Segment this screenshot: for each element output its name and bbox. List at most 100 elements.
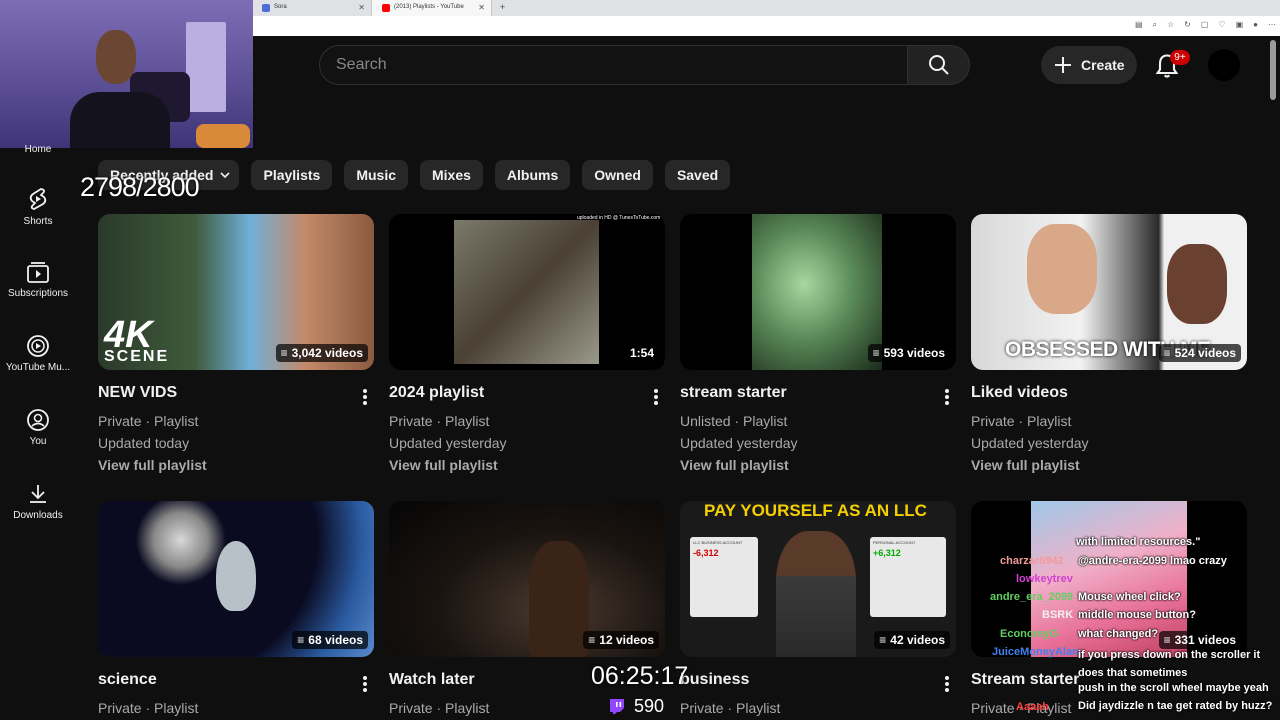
- search-button[interactable]: [907, 45, 970, 85]
- webcam-person-head: [96, 30, 136, 84]
- playlist-card[interactable]: 4K SCENE ≡ 3,042 videos NEW VIDS Private …: [98, 214, 374, 476]
- video-duration-badge: 1:54: [624, 344, 659, 362]
- thumbnail-presenter: [776, 531, 856, 657]
- thumbnail-headline: PAY YOURSELF AS AN LLC: [704, 501, 927, 520]
- playlist-card[interactable]: OBSESSED WITH ME ≡ 524 videos Liked video…: [971, 214, 1247, 476]
- playlist-card[interactable]: ≡ 68 videos science Private · Playlist: [98, 501, 374, 719]
- reader-icon[interactable]: ▤: [1135, 20, 1143, 30]
- video-count: 593 videos: [883, 346, 945, 360]
- sora-favicon-icon: [262, 4, 270, 12]
- view-full-playlist-link[interactable]: View full playlist: [971, 454, 1247, 476]
- new-tab-button[interactable]: +: [492, 0, 513, 16]
- sidebar-item-shorts[interactable]: Shorts: [0, 186, 76, 246]
- playlist-card[interactable]: uploaded in HD @ TunesToTube.com 1:54 20…: [389, 214, 665, 476]
- more-options-icon[interactable]: [653, 388, 659, 406]
- playlist-thumbnail[interactable]: 4K SCENE ≡ 3,042 videos: [98, 214, 374, 370]
- chip-albums[interactable]: Albums: [494, 160, 571, 190]
- thumbnail-screen-right: PERSONAL ACCOUNT +6,312: [870, 537, 946, 617]
- bookmark-star-icon[interactable]: ☆: [1167, 20, 1174, 30]
- collections-icon[interactable]: ▣: [1236, 20, 1244, 30]
- video-count: 42 videos: [890, 633, 945, 647]
- more-options-icon[interactable]: [362, 388, 368, 406]
- close-tab-icon[interactable]: ✕: [478, 3, 485, 12]
- zoom-icon[interactable]: ⌕: [1153, 20, 1157, 30]
- playlist-icon: ≡: [1163, 346, 1171, 360]
- sidebar-item-home[interactable]: Home: [0, 144, 76, 158]
- create-button[interactable]: Create: [1041, 46, 1137, 84]
- browser-tab-sora[interactable]: Sora ✕: [252, 0, 372, 16]
- sidebar-item-label: You: [29, 436, 47, 447]
- sidebar-item-downloads[interactable]: Downloads: [0, 482, 76, 542]
- youtube-music-icon: [27, 335, 49, 357]
- chat-message: middle mouse button?: [1078, 609, 1196, 621]
- sidebar-item-you[interactable]: You: [0, 408, 76, 468]
- video-count-badge: ≡ 3,042 videos: [275, 344, 368, 362]
- playlist-title[interactable]: Liked videos: [971, 384, 1247, 402]
- thumbnail-face-right: [1167, 244, 1227, 324]
- thumbnail-person: [529, 541, 589, 657]
- chat-username: JuiceMoneyAlan: [992, 646, 1079, 658]
- chip-saved[interactable]: Saved: [664, 160, 731, 190]
- chat-username: EconomyG: [1000, 628, 1059, 640]
- view-full-playlist-link[interactable]: View full playlist: [98, 454, 374, 476]
- view-full-playlist-link[interactable]: View full playlist: [389, 454, 665, 476]
- chip-music[interactable]: Music: [344, 160, 408, 190]
- sidebar-item-youtube-music[interactable]: YouTube Mu...: [0, 334, 76, 394]
- playlist-title[interactable]: business: [680, 671, 956, 689]
- playlist-thumbnail[interactable]: ≡ 68 videos: [98, 501, 374, 657]
- sidebar-item-label: Shorts: [23, 216, 53, 227]
- account-avatar[interactable]: [1208, 49, 1240, 81]
- playlist-thumbnail[interactable]: OBSESSED WITH ME ≡ 524 videos: [971, 214, 1247, 370]
- playlist-title[interactable]: 2024 playlist: [389, 384, 665, 402]
- view-full-playlist-link[interactable]: View full playlist: [680, 454, 956, 476]
- split-icon[interactable]: ▢: [1201, 20, 1209, 30]
- sidebar-item-subscriptions[interactable]: Subscriptions: [0, 260, 76, 320]
- playlist-card[interactable]: ≡ 593 videos stream starter Unlisted · Pl…: [680, 214, 956, 476]
- playlist-icon: ≡: [280, 346, 288, 360]
- playlist-title[interactable]: NEW VIDS: [98, 384, 374, 402]
- refresh-icon[interactable]: ↻: [1184, 20, 1191, 30]
- notification-badge: 9+: [1170, 50, 1190, 65]
- playlist-title[interactable]: science: [98, 671, 374, 689]
- video-count: 68 videos: [308, 633, 363, 647]
- playlist-thumbnail[interactable]: ≡ 593 videos: [680, 214, 956, 370]
- thumbnail-positive-amount: +6,312: [873, 548, 901, 558]
- chat-username: Aaaah: [1016, 701, 1050, 713]
- playlist-title[interactable]: stream starter: [680, 384, 956, 402]
- playlist-privacy: Private · Playlist: [98, 413, 199, 429]
- playlist-thumbnail[interactable]: uploaded in HD @ TunesToTube.com 1:54: [389, 214, 665, 370]
- close-tab-icon[interactable]: ✕: [358, 3, 365, 12]
- tab-label: (2013) Playlists - YouTube: [394, 4, 464, 10]
- more-options-icon[interactable]: [362, 675, 368, 693]
- more-options-icon[interactable]: [944, 388, 950, 406]
- address-bar[interactable]: ▤ ⌕ ☆ ↻ ▢ ♡ ▣ ● ⋯: [252, 16, 1280, 36]
- chat-username: BSRK: [1042, 609, 1074, 621]
- chip-owned[interactable]: Owned: [582, 160, 653, 190]
- profile-icon[interactable]: ●: [1253, 20, 1258, 30]
- favorites-icon[interactable]: ♡: [1218, 20, 1225, 30]
- menu-icon[interactable]: ⋯: [1268, 20, 1276, 30]
- thumbnail-alien: [216, 541, 256, 611]
- thumbnail-negative-amount: -6,312: [693, 548, 719, 558]
- playlist-updated: Updated yesterday: [680, 435, 798, 451]
- chip-mixes[interactable]: Mixes: [420, 160, 483, 190]
- webcam-toy: [196, 124, 250, 148]
- playlist-thumbnail[interactable]: PAY YOURSELF AS AN LLC LLC BUSINESS ACCO…: [680, 501, 956, 657]
- page-scrollbar[interactable]: [1270, 40, 1276, 100]
- chat-message: with limited resources.": [1076, 536, 1201, 548]
- playlist-updated: Updated yesterday: [971, 435, 1089, 451]
- chat-username: lowkeytrev: [1016, 573, 1073, 585]
- playlist-card[interactable]: PAY YOURSELF AS AN LLC LLC BUSINESS ACCO…: [680, 501, 956, 719]
- playlist-privacy: Private · Playlist: [680, 700, 781, 716]
- chat-username: andre_era_2099: [990, 591, 1074, 603]
- webcam-door: [186, 22, 226, 112]
- playlist-thumbnail[interactable]: ≡ 12 videos: [389, 501, 665, 657]
- browser-tab-youtube[interactable]: (2013) Playlists - YouTube ✕: [372, 0, 492, 16]
- chip-playlists[interactable]: Playlists: [251, 160, 333, 190]
- search-input[interactable]: Search: [319, 45, 908, 85]
- more-options-icon[interactable]: [944, 675, 950, 693]
- playlist-icon: ≡: [588, 633, 596, 647]
- video-duration: 1:54: [629, 346, 654, 360]
- playlist-updated: Updated yesterday: [389, 435, 507, 451]
- playlist-privacy: Unlisted · Playlist: [680, 413, 788, 429]
